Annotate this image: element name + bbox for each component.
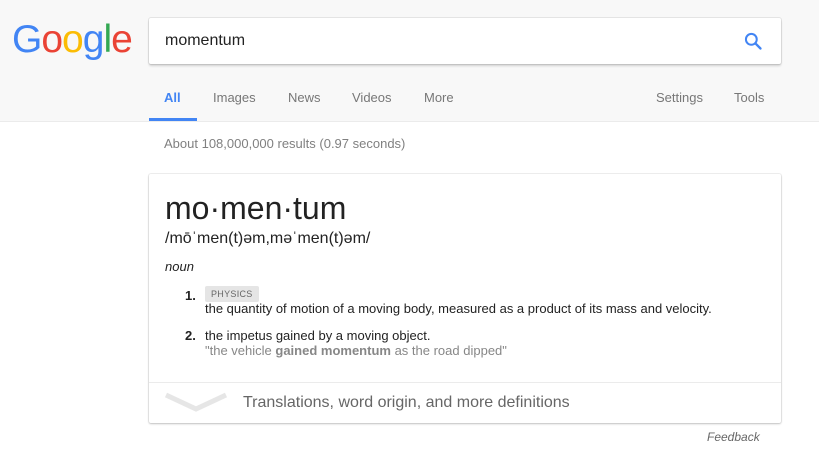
dictionary-card: mo·men·tum /mōˈmen(t)əm,məˈmen(t)əm/ nou… [149, 174, 781, 423]
logo-letter: g [82, 18, 105, 61]
tab-all[interactable]: All [164, 90, 181, 105]
tab-tools[interactable]: Tools [734, 90, 764, 105]
tab-more[interactable]: More [424, 90, 454, 105]
subject-tag: PHYSICS [205, 286, 259, 302]
definition-number: 1. [185, 288, 196, 303]
tab-videos[interactable]: Videos [352, 90, 392, 105]
tab-images[interactable]: Images [213, 90, 256, 105]
active-tab-indicator [149, 118, 197, 121]
logo-letter: e [111, 18, 133, 61]
chevron-down-icon [164, 392, 228, 412]
logo-letter: G [12, 18, 42, 61]
feedback-link[interactable]: Feedback [707, 430, 760, 444]
google-logo[interactable]: Google [12, 18, 133, 61]
logo-letter: o [41, 18, 63, 61]
logo-letter: o [62, 18, 84, 61]
phonetic-spelling: /mōˈmen(t)əm,məˈmen(t)əm/ [165, 230, 371, 247]
search-icon[interactable] [743, 31, 763, 51]
usage-example: "the vehicle gained momentum as the road… [205, 343, 507, 358]
search-input[interactable] [165, 18, 725, 64]
definition-text: the impetus gained by a moving object. [205, 328, 431, 343]
more-definitions-toggle[interactable]: Translations, word origin, and more defi… [149, 383, 781, 423]
definition-number: 2. [185, 328, 196, 343]
dictionary-word: mo·men·tum [165, 190, 347, 226]
result-stats: About 108,000,000 results (0.97 seconds) [164, 136, 406, 151]
logo-letter: l [103, 18, 112, 61]
definition-text: the quantity of motion of a moving body,… [205, 301, 712, 316]
search-tabs: All Images News Videos More Settings Too… [0, 78, 819, 122]
tab-settings[interactable]: Settings [656, 90, 703, 105]
more-definitions-label: Translations, word origin, and more defi… [243, 394, 570, 411]
tab-news[interactable]: News [288, 90, 321, 105]
part-of-speech: noun [165, 259, 194, 274]
header: Google All Images News Videos More Setti… [0, 0, 819, 122]
search-box [149, 18, 781, 64]
